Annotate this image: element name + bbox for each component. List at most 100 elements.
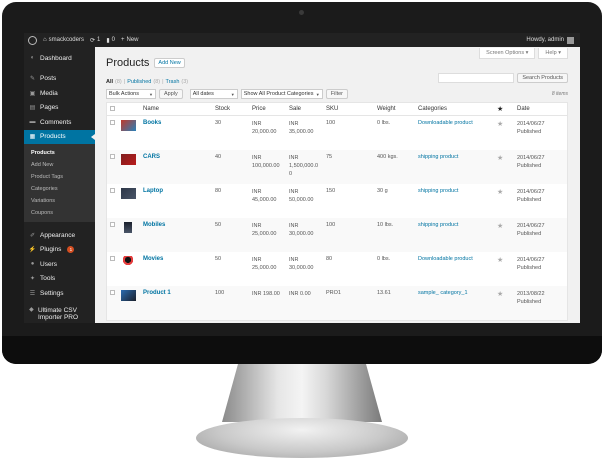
add-new-button[interactable]: Add New [154, 58, 185, 68]
weight-cell: 0 lbs. [377, 256, 391, 262]
category-link[interactable]: shipping product [418, 188, 458, 194]
filter-trash[interactable]: Trash [166, 79, 180, 85]
table-nav: Bulk Actions ▼ Apply All dates ▼ Show All … [106, 89, 568, 99]
submenu-variations[interactable]: Variations [24, 195, 95, 207]
help-tab[interactable]: Help ▾ [538, 48, 568, 59]
plus-icon: + [121, 37, 125, 43]
filter-button[interactable]: Filter [325, 89, 348, 99]
row-checkbox[interactable] [110, 222, 115, 227]
submenu-add-new[interactable]: Add New [24, 159, 95, 171]
sidebar-item-appearance[interactable]: ✐ Appearance [24, 228, 95, 243]
brush-icon: ✐ [29, 232, 36, 239]
filter-published[interactable]: Published [127, 79, 151, 85]
product-thumbnail[interactable] [123, 256, 133, 267]
row-checkbox[interactable] [110, 120, 115, 125]
column-sale[interactable]: Sale [289, 105, 326, 113]
sale-cell: INR 0.00 [289, 291, 311, 297]
price-cell: INR 25,000.00 [252, 223, 277, 237]
products-table: Name Stock Price Sale SKU Weight Categor… [106, 102, 568, 321]
star-icon[interactable]: ★ [497, 257, 503, 264]
dates-select[interactable]: All dates ▼ [189, 89, 238, 99]
star-icon[interactable]: ★ [497, 121, 503, 128]
row-checkbox[interactable] [110, 256, 115, 261]
monitor-scene: ⌂ smackcoders ⟳ 1 ▮ 0 + New Howdy, admin [0, 0, 604, 464]
product-name-link[interactable]: Product 1 [143, 290, 171, 296]
category-link[interactable]: shipping product [418, 154, 458, 160]
sidebar-item-tools[interactable]: ✦ Tools [24, 272, 95, 287]
stock-cell: 30 [215, 120, 222, 126]
product-thumbnail[interactable] [121, 290, 136, 301]
stock-cell: 40 [215, 154, 222, 160]
table-row: Mobiles 50 INR 25,000.00 INR 30,000.00 100… [107, 218, 567, 252]
comments-link[interactable]: ▮ 0 [106, 37, 115, 44]
column-name[interactable]: Name [143, 106, 215, 112]
star-icon[interactable]: ★ [497, 291, 503, 298]
search-products-button[interactable]: Search Products [517, 73, 568, 83]
submenu-products[interactable]: Products [24, 147, 95, 159]
star-icon[interactable]: ★ [497, 155, 503, 162]
column-stock[interactable]: Stock [215, 106, 252, 112]
product-name-link[interactable]: Books [143, 120, 161, 126]
wordpress-logo-icon[interactable] [28, 35, 37, 45]
product-thumbnail[interactable] [124, 222, 132, 233]
category-link[interactable]: Downloadable product [418, 256, 473, 262]
product-thumbnail[interactable] [121, 120, 136, 131]
sidebar-item-dashboard[interactable]: ◐ Dashboard [24, 51, 95, 66]
product-name-link[interactable]: Mobiles [143, 222, 165, 228]
filter-all[interactable]: All [106, 79, 113, 85]
submenu-coupons[interactable]: Coupons [24, 207, 95, 219]
product-thumbnail[interactable] [121, 154, 136, 165]
monitor-base [196, 418, 408, 458]
date-cell: 2014/06/27 Published [517, 155, 545, 169]
sidebar-item-media[interactable]: ▣ Media [24, 86, 95, 101]
apply-button[interactable]: Apply [159, 89, 183, 99]
category-link[interactable]: sample_ category_1 [418, 290, 468, 296]
media-icon: ▣ [29, 90, 36, 97]
column-categories: Categories [418, 106, 448, 112]
sidebar-item-csv-importer[interactable]: ◆ Ultimate CSV Importer PRO [24, 307, 95, 324]
refresh-icon: ⟳ [89, 37, 95, 44]
search-input[interactable] [438, 73, 515, 83]
stock-cell: 50 [215, 256, 222, 262]
star-icon[interactable]: ★ [497, 223, 503, 230]
column-price[interactable]: Price [252, 105, 289, 113]
sidebar-item-comments[interactable]: ▬ Comments [24, 115, 95, 130]
row-checkbox[interactable] [110, 290, 115, 295]
plugin-icon: ◆ [29, 306, 34, 313]
category-link[interactable]: Downloadable product [418, 120, 473, 126]
sidebar-item-users[interactable]: ● Users [24, 257, 95, 272]
category-select[interactable]: Show All Product Categories ▼ [240, 89, 323, 99]
product-name-link[interactable]: CARS [143, 154, 160, 160]
submenu-product-tags[interactable]: Product Tags [24, 171, 95, 183]
price-cell: INR 100,000.00 [252, 155, 280, 169]
category-link[interactable]: shipping product [418, 222, 458, 228]
screen-options-tab[interactable]: Screen Options ▾ [479, 48, 536, 59]
sidebar-item-posts[interactable]: ✎ Posts [24, 72, 95, 87]
product-name-link[interactable]: Movies [143, 256, 163, 262]
featured-star-icon[interactable]: ★ [497, 106, 503, 113]
column-date[interactable]: Date [517, 105, 567, 113]
column-sku[interactable]: SKU [326, 106, 377, 112]
product-thumbnail[interactable] [121, 188, 136, 199]
new-content-link[interactable]: + New [121, 37, 139, 43]
submenu-categories[interactable]: Categories [24, 183, 95, 195]
sidebar-item-pages[interactable]: ▤ Pages [24, 101, 95, 116]
pin-icon: ✎ [29, 76, 36, 83]
row-checkbox[interactable] [110, 154, 115, 159]
bulk-actions-select[interactable]: Bulk Actions ▼ [106, 89, 156, 99]
select-all-checkbox[interactable] [110, 105, 115, 111]
star-icon[interactable]: ★ [497, 189, 503, 196]
account-menu[interactable]: Howdy, admin [526, 36, 574, 44]
sale-cell: INR 30,000.00 [289, 257, 314, 271]
site-name-link[interactable]: ⌂ smackcoders [43, 37, 84, 43]
weight-cell: 400 kgs. [377, 154, 398, 160]
product-name-link[interactable]: Laptop [143, 188, 163, 194]
table-row: CARS 40 INR 100,000.00 INR 1,500,000.0 0 75… [107, 150, 567, 184]
column-weight[interactable]: Weight [377, 106, 418, 112]
main-content: Screen Options ▾ Help ▾ Products Add New… [102, 47, 574, 323]
row-checkbox[interactable] [110, 188, 115, 193]
sidebar-item-settings[interactable]: ☰ Settings [24, 286, 95, 301]
sidebar-item-products[interactable]: ▦ Products [24, 129, 95, 144]
updates-link[interactable]: ⟳ 1 [90, 37, 100, 44]
sidebar-item-plugins[interactable]: ⚡ Plugins 1 [24, 243, 95, 258]
